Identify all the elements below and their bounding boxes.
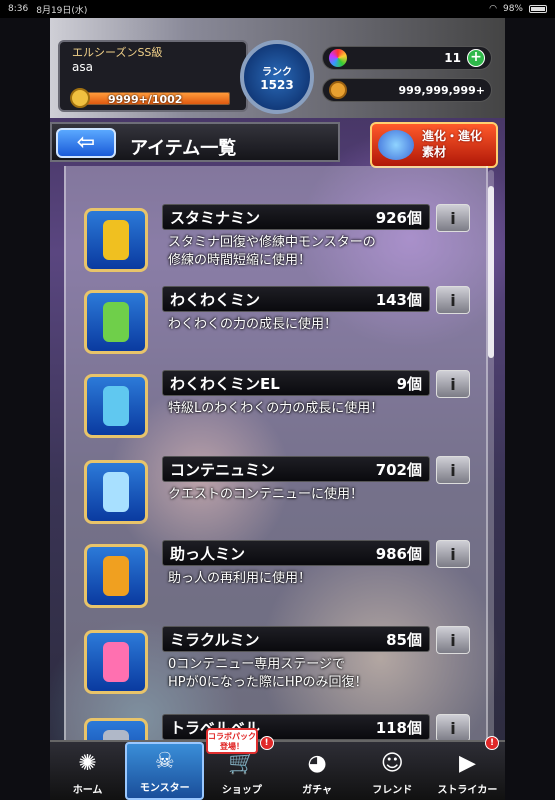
nav-alert-badge: ! [485, 736, 500, 750]
item-description: クエストのコンテニューに使用！ [168, 487, 364, 502]
item-list[interactable]: スタミナミン 926個 i スタミナ回復や修練中モンスターの 修練の時間短縮に使用！ わ… [64, 166, 488, 756]
stamina-icon [70, 88, 90, 108]
page-title: アイテム一覧 [130, 138, 237, 159]
coin-value: 999,999,999+ [398, 83, 485, 97]
letterbox-right [505, 18, 555, 800]
item-name: 助っ人ミン [170, 545, 246, 563]
nav-label: モンスター [139, 783, 190, 794]
monster-icon: ☠ [154, 748, 175, 774]
game-screen: エルシーズンSS級 asa 9999+/1002 ランク 1523 11 + 9… [50, 18, 505, 800]
item-icon-shape [103, 302, 129, 342]
back-button[interactable]: ⇦ [56, 128, 116, 158]
orb-counter[interactable]: 11 + [322, 46, 492, 70]
item-description: 特級Lのわくわくの力の成長に使用！ [168, 401, 384, 416]
orb-icon [329, 49, 347, 67]
item-info-button[interactable]: i [436, 456, 470, 484]
sprout-bottle-icon [84, 290, 148, 354]
jar-icon [84, 460, 148, 524]
striker-icon: ▶ [458, 750, 476, 776]
heart-potion-icon [84, 630, 148, 694]
item-info-button[interactable]: i [436, 714, 470, 742]
item-description: スタミナ回復や修練中モンスターの 修練の時間短縮に使用！ [168, 235, 376, 268]
item-name: スタミナミン [170, 209, 261, 227]
item-count: 926個 [375, 209, 422, 227]
item-row[interactable]: わくわくミンEL 9個 i 特級Lのわくわくの力の成長に使用！ [84, 370, 484, 450]
item-info-button[interactable]: i [436, 626, 470, 654]
item-row[interactable]: コンテニュミン 702個 i クエストのコンテニューに使用！ [84, 456, 484, 536]
item-description: わくわくの力の成長に使用！ [168, 317, 338, 332]
wifi-icon: ◠ [489, 4, 497, 14]
item-description: 助っ人の再利用に使用！ [168, 571, 312, 586]
item-row[interactable]: 助っ人ミン 986個 i 助っ人の再利用に使用！ [84, 540, 484, 620]
rank-label: ランク [262, 66, 292, 78]
item-icon-shape [103, 642, 129, 682]
orb-value: 11 [444, 51, 461, 65]
battery-percent: 98% [502, 4, 523, 14]
item-name: わくわくミン [170, 291, 261, 309]
evolution-button-label: 進化・進化 素材 [422, 129, 483, 159]
rank-value: 1523 [260, 77, 294, 92]
rank-badge[interactable]: ランク 1523 [240, 40, 314, 114]
status-time: 8:36 [8, 4, 29, 14]
status-bar: 8:36 8月19日(水) ◠ 98% [0, 0, 555, 18]
item-count: 118個 [375, 719, 422, 737]
item-row[interactable]: ミラクルミン 85個 i 0コンテニュー専用ステージで HPが0になった際にHPのみ回… [84, 626, 484, 706]
nav-label: ストライカー [437, 785, 498, 796]
orange-bottle-icon [84, 544, 148, 608]
evolution-orb-icon [378, 130, 414, 160]
currency-panel: 11 + 999,999,999+ [322, 46, 492, 112]
nav-label: ホーム [72, 785, 103, 796]
item-name: ミラクルミン [170, 631, 260, 649]
nav-label: ガチャ [302, 785, 333, 796]
friend-icon: ☺ [380, 750, 404, 776]
status-date: 8月19日(水) [36, 5, 88, 16]
coin-icon [329, 81, 347, 99]
nav-label: フレンド [372, 785, 413, 796]
stamina-text: 9999+/1002 [108, 93, 183, 106]
back-arrow-icon: ⇦ [76, 130, 96, 155]
item-icon-shape [103, 472, 129, 512]
item-info-button[interactable]: i [436, 286, 470, 314]
bottle-el-icon [84, 374, 148, 438]
scrollbar-thumb[interactable] [488, 186, 494, 358]
gacha-icon: ◕ [307, 750, 327, 776]
item-count: 85個 [386, 631, 422, 649]
can-icon [84, 208, 148, 272]
item-row[interactable]: わくわくミン 143個 i わくわくの力の成長に使用！ [84, 286, 484, 366]
item-count: 143個 [375, 291, 422, 309]
nav-label: ショップ [221, 785, 262, 796]
evolution-materials-button[interactable]: 進化・進化 素材 [370, 122, 498, 168]
item-count: 9個 [396, 375, 422, 393]
item-icon-shape [103, 386, 129, 426]
player-name: asa [72, 60, 93, 74]
item-info-button[interactable]: i [436, 204, 470, 232]
bottom-nav: ✺ ホーム ☠ モンスター 🛒 ショップ! ◕ ガチャ ☺ フレンド ▶ ストライカー! [50, 736, 505, 800]
coin-counter: 999,999,999+ [322, 78, 492, 102]
nav-item[interactable]: ☺ フレンド [355, 742, 430, 800]
battery-icon [529, 5, 547, 13]
status-right: ◠ 98% [489, 4, 547, 14]
item-count: 702個 [375, 461, 422, 479]
item-info-button[interactable]: i [436, 540, 470, 568]
item-description: 0コンテニュー専用ステージで HPが0になった際にHPのみ回復！ [168, 657, 368, 690]
nav-item[interactable]: ✺ ホーム [50, 742, 125, 800]
item-name: わくわくミンEL [170, 375, 280, 393]
season-rank-title: エルシーズンSS級 [72, 46, 163, 59]
nav-item[interactable]: ◕ ガチャ [280, 742, 355, 800]
item-icon-shape [103, 220, 129, 260]
letterbox-left [0, 18, 50, 800]
item-icon-shape [103, 556, 129, 596]
home-icon: ✺ [78, 750, 97, 776]
buy-orb-button[interactable]: + [467, 49, 485, 67]
item-info-button[interactable]: i [436, 370, 470, 398]
nav-alert-badge: ! [259, 736, 274, 750]
nav-item[interactable]: ☠ モンスター [125, 742, 205, 800]
item-row[interactable]: スタミナミン 926個 i スタミナ回復や修練中モンスターの 修練の時間短縮に使用！ [84, 204, 484, 284]
item-name: コンテニュミン [170, 461, 276, 479]
nav-item[interactable]: ▶ ストライカー! [430, 736, 505, 800]
item-count: 986個 [375, 545, 422, 563]
collab-pack-badge[interactable]: コラボパック 登場！ [206, 728, 258, 754]
